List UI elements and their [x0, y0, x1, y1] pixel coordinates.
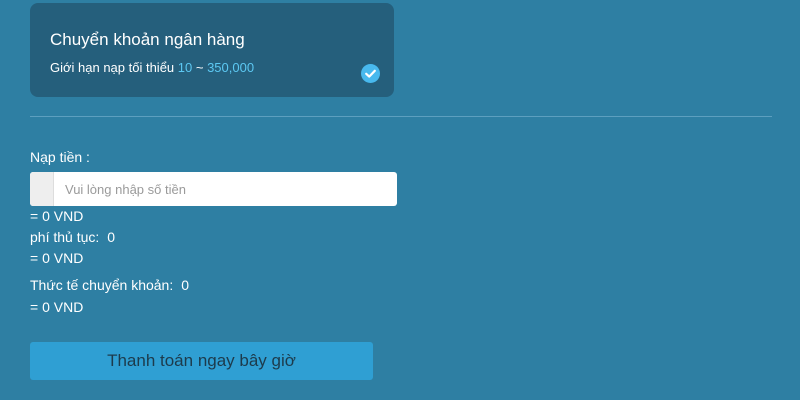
actual-transfer-value: 0 [181, 277, 190, 293]
fee-row: phí thủ tục: 0 [30, 228, 115, 246]
amount-prefix-addon [30, 172, 54, 206]
deposit-limit-min: 10 [177, 60, 193, 75]
deposit-converted: = 0 VND [30, 208, 84, 224]
pay-now-button[interactable]: Thanh toán ngay bây giờ [30, 342, 373, 380]
check-circle-icon [361, 64, 380, 83]
deposit-limit-separator: ~ [192, 60, 208, 75]
payment-method-title: Chuyển khoản ngân hàng [50, 30, 245, 49]
deposit-amount-label: Nạp tiền : [30, 149, 90, 165]
actual-transfer-converted: = 0 VND [30, 299, 84, 315]
section-divider [30, 116, 772, 117]
fee-value: 0 [107, 229, 116, 245]
deposit-limit-text: Giới hạn nạp tối thiểu 10 ~ 350,000 [50, 60, 254, 76]
actual-transfer-label: Thức tế chuyển khoản: [30, 277, 174, 293]
deposit-page: Chuyển khoản ngân hàng Giới hạn nạp tối … [0, 0, 800, 400]
deposit-limit-max: 350,000 [207, 60, 255, 75]
actual-transfer-row: Thức tế chuyển khoản: 0 [30, 276, 189, 294]
payment-method-card[interactable]: Chuyển khoản ngân hàng Giới hạn nạp tối … [30, 3, 394, 97]
deposit-limit-prefix: Giới hạn nạp tối thiểu [50, 60, 178, 75]
fee-label: phí thủ tục: [30, 229, 100, 245]
deposit-amount-field[interactable] [30, 172, 397, 206]
fee-converted: = 0 VND [30, 250, 84, 266]
deposit-amount-input[interactable] [54, 172, 397, 206]
